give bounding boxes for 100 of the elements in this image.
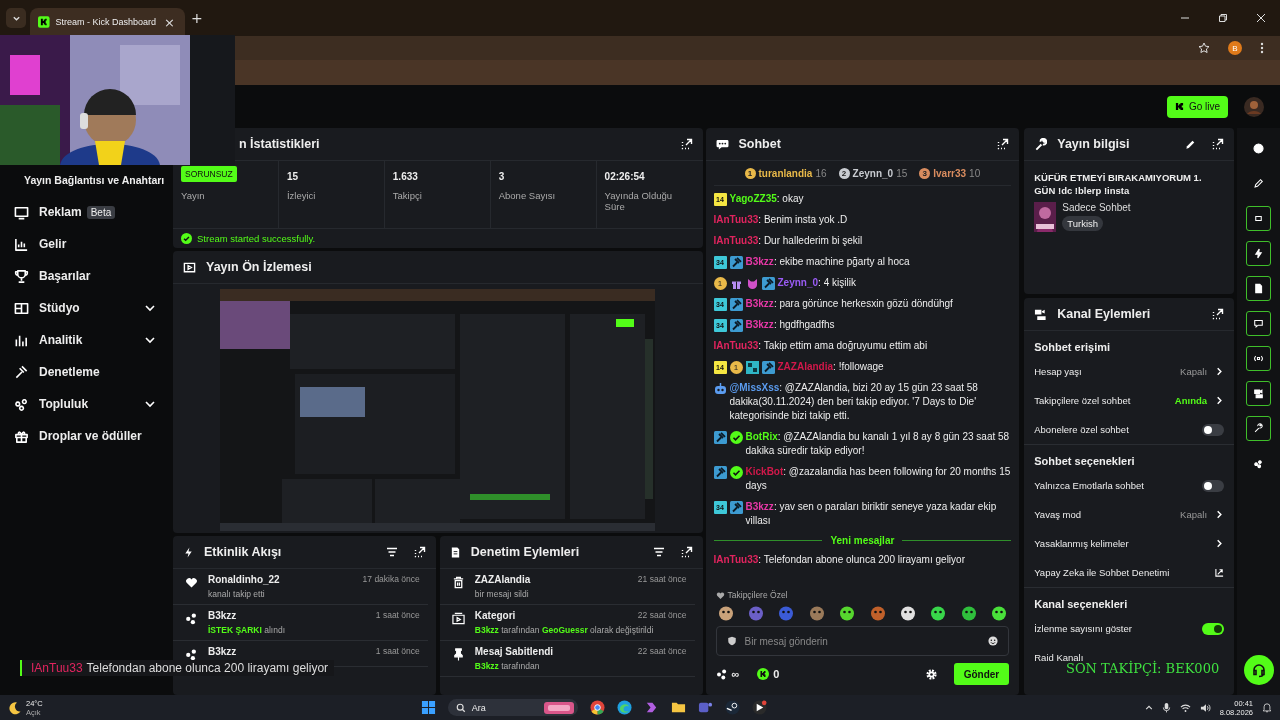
panel-title: Yayın Ön İzlemesi	[206, 260, 312, 274]
popout-icon[interactable]	[680, 546, 693, 558]
sidebar-item[interactable]: Gelir	[0, 228, 170, 260]
edge-icon[interactable]	[616, 700, 632, 715]
bookmark-star-icon[interactable]	[1198, 42, 1210, 54]
event-time: 17 dakika önce	[362, 574, 420, 585]
external-link-icon[interactable]	[1215, 568, 1225, 577]
toggle-switch[interactable]	[1202, 479, 1225, 492]
sidebar-item[interactable]: Analitik	[0, 324, 170, 356]
chevron-right-icon[interactable]	[1215, 510, 1225, 519]
toggle-switch[interactable]	[1202, 622, 1225, 635]
emote-icon[interactable]	[899, 605, 916, 621]
metric-value: 02:26:54	[604, 171, 645, 182]
taskbar-search[interactable]: Ara	[447, 699, 578, 716]
restore-icon[interactable]	[1218, 13, 1228, 23]
medal-badge: 3	[919, 167, 931, 179]
sidebar-item[interactable]: Stüdyo	[0, 292, 170, 324]
chevron-right-icon[interactable]	[1215, 396, 1225, 405]
new-tab-button[interactable]: +	[189, 11, 205, 25]
event-user: Mesaj Sabitlendi	[474, 646, 554, 657]
panel-title: Etkinlik Akışı	[204, 545, 282, 559]
emote-icon[interactable]	[991, 605, 1008, 621]
panel-toggle-button[interactable]	[1246, 241, 1271, 266]
browser-tab[interactable]: Stream - Kick Dashboard ×	[30, 8, 185, 36]
go-live-button[interactable]: Go live	[1166, 95, 1228, 118]
event-time: 21 saat önce	[637, 574, 687, 585]
settings-icon[interactable]	[924, 667, 938, 681]
popout-icon[interactable]	[1212, 138, 1225, 150]
pencil-icon[interactable]	[1185, 138, 1197, 150]
tag-chip[interactable]: Turkish	[1062, 216, 1104, 231]
sidebar-item[interactable]: Reklam Beta	[0, 196, 170, 228]
event-detail: B3kzz tarafından	[474, 661, 541, 671]
speaker-icon[interactable]	[1199, 702, 1211, 713]
send-button[interactable]: Gönder	[953, 663, 1010, 685]
stream-title: KÜFÜR ETMEYİ BIRAKAMIYORUM 1. GÜN !dc !blerp !insta	[1034, 171, 1203, 197]
steam-icon[interactable]	[724, 700, 740, 715]
chevron-down-icon	[144, 302, 156, 314]
notification-bell-icon[interactable]	[1262, 702, 1272, 713]
teams-icon[interactable]	[697, 700, 713, 715]
popout-icon[interactable]	[997, 138, 1010, 150]
support-button[interactable]	[1243, 655, 1274, 685]
panel-toggle-button[interactable]	[1246, 381, 1271, 406]
toggle-switch[interactable]	[1202, 423, 1225, 436]
event-time: 22 saat önce	[637, 646, 687, 657]
filter-icon[interactable]	[652, 547, 665, 557]
message-input[interactable]: Bir mesaj gönderin	[744, 627, 981, 655]
microphone-icon[interactable]	[1161, 702, 1171, 713]
info-icon	[1253, 143, 1264, 154]
popout-icon[interactable]	[413, 546, 426, 558]
video-icon	[183, 260, 196, 274]
event-time: 22 saat önce	[637, 610, 687, 621]
chevron-up-icon[interactable]	[1144, 703, 1153, 712]
lightning-icon	[1253, 248, 1264, 259]
new-messages-divider: Yeni mesajlar	[830, 535, 895, 546]
emote-icon[interactable]	[717, 605, 734, 621]
status-badge: SORUNSUZ	[181, 166, 237, 182]
menu-item-icon	[14, 268, 29, 284]
panel-toggle-button[interactable]	[1246, 206, 1271, 231]
chevron-right-icon[interactable]	[1215, 367, 1225, 376]
wifi-icon[interactable]	[1179, 702, 1191, 713]
sidebar-item[interactable]: Topluluk	[0, 388, 170, 420]
app-icon[interactable]	[751, 700, 767, 715]
heart-icon	[185, 576, 198, 589]
category-name: Sadece Sohbet	[1062, 202, 1131, 213]
menu-item-label: Gelir	[39, 237, 67, 251]
emoji-icon[interactable]	[988, 636, 999, 646]
chevron-right-icon[interactable]	[1215, 539, 1225, 548]
panel-toggle-button[interactable]	[1246, 346, 1271, 371]
message-input-box[interactable]: Bir mesaj gönderin	[715, 626, 1010, 656]
close-icon[interactable]	[1256, 13, 1266, 23]
chrome-icon[interactable]	[589, 700, 605, 715]
panel-toggle-button[interactable]	[1246, 276, 1271, 301]
panel-toggle-button[interactable]	[1246, 311, 1271, 336]
event-detail: İSTEK ŞARKI alındı	[208, 625, 286, 635]
overlay-message: Telefondan abone olunca 200 lirayamı geliyor	[86, 661, 329, 675]
popout-icon[interactable]	[1212, 308, 1225, 320]
emote-icon[interactable]	[839, 605, 856, 621]
sidebar-item[interactable]: Denetleme	[0, 356, 170, 388]
tab-list-button[interactable]	[6, 8, 26, 28]
close-tab-button[interactable]: ×	[162, 15, 177, 29]
more-menu-icon[interactable]	[1260, 42, 1264, 54]
rank-badge: 1	[729, 360, 743, 374]
windows-start-icon[interactable]	[420, 700, 436, 715]
user-avatar[interactable]	[1244, 96, 1264, 117]
emote-icon[interactable]	[930, 605, 947, 621]
folder-icon[interactable]	[670, 700, 686, 715]
setting-label: Yasaklanmış kelimeler	[1034, 538, 1130, 549]
sidebar-item[interactable]: Başarılar	[0, 260, 170, 292]
leader-name: Ivarr33	[933, 167, 967, 179]
popout-icon[interactable]	[680, 138, 693, 150]
sidebar-item[interactable]: Droplar ve ödüller	[0, 420, 170, 452]
panel-toggle-button[interactable]	[1246, 416, 1271, 441]
dots-icon	[1253, 458, 1264, 469]
sidebar-item[interactable]: Yayın Bağlantısı ve Anahtarı	[0, 164, 170, 196]
emote-icon[interactable]	[960, 605, 977, 621]
panel-title: Yayın bilgisi	[1057, 137, 1130, 151]
filter-icon[interactable]	[385, 547, 398, 557]
section-heading: Sohbet seçenekleri	[1034, 454, 1136, 469]
event-user: B3kzz	[208, 646, 237, 657]
event-user: ZAZAlandia	[474, 574, 531, 585]
